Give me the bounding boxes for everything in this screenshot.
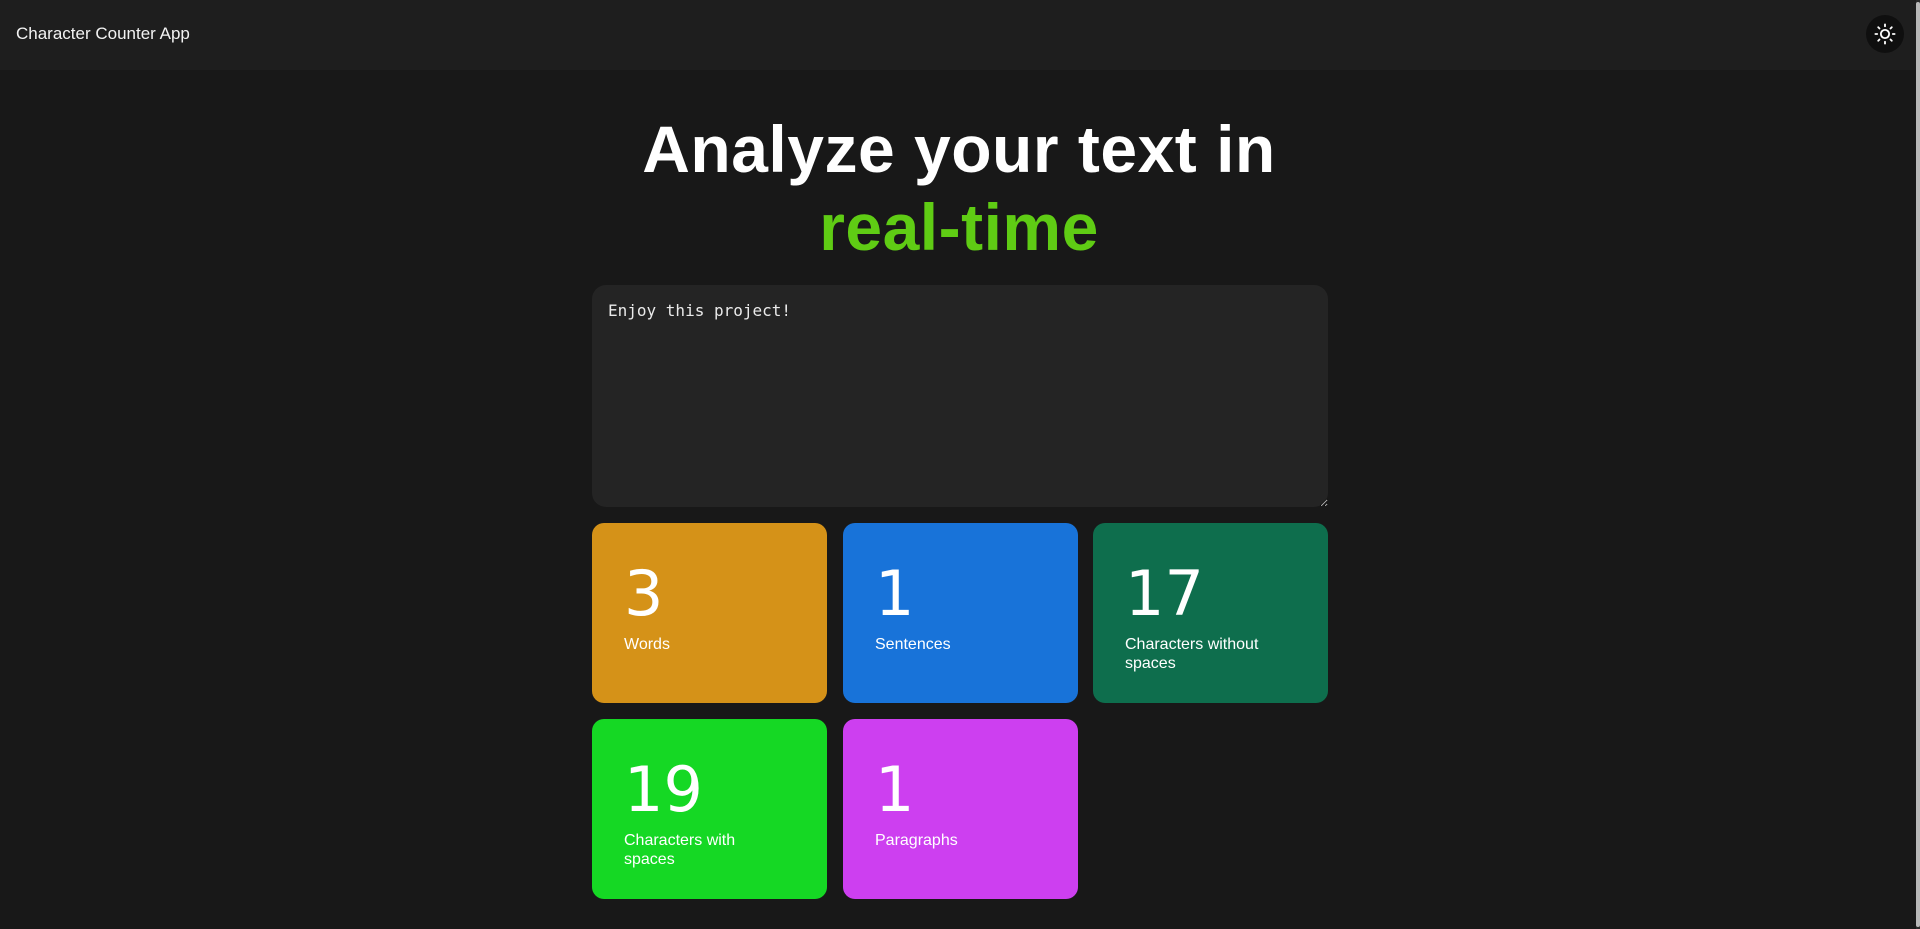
stat-label: Sentences bbox=[875, 636, 951, 653]
stat-label: Characters without spaces bbox=[1125, 636, 1259, 672]
hero-line-1: Analyze your text in bbox=[642, 112, 1276, 186]
stat-card-words: 3 Words bbox=[592, 523, 827, 703]
stat-value: 1 bbox=[875, 753, 915, 826]
stat-card-characters-without-spaces: 17 Characters without spaces bbox=[1093, 523, 1328, 703]
stat-value: 3 bbox=[624, 557, 664, 630]
stat-card-sentences: 1 Sentences bbox=[843, 523, 1078, 703]
stat-value: 1 bbox=[875, 557, 915, 630]
stat-label: Words bbox=[624, 636, 670, 653]
stat-card-paragraphs: 1 Paragraphs bbox=[843, 719, 1078, 899]
text-input[interactable]: Enjoy this project! bbox=[592, 285, 1328, 507]
stat-label: Paragraphs bbox=[875, 832, 958, 849]
sun-icon bbox=[1874, 23, 1896, 45]
app-title: Character Counter App bbox=[16, 24, 190, 43]
stat-value: 17 bbox=[1125, 557, 1204, 630]
stat-label: Characters with spaces bbox=[624, 832, 736, 868]
stat-card-characters-with-spaces: 19 Characters with spaces bbox=[592, 719, 827, 899]
hero-line-2-accent: real-time bbox=[819, 190, 1099, 264]
theme-toggle-button[interactable] bbox=[1866, 15, 1904, 53]
hero-heading: Analyze your text in real-time bbox=[0, 110, 1918, 266]
stat-value: 19 bbox=[624, 753, 703, 826]
app-header: Character Counter App bbox=[0, 0, 1918, 70]
